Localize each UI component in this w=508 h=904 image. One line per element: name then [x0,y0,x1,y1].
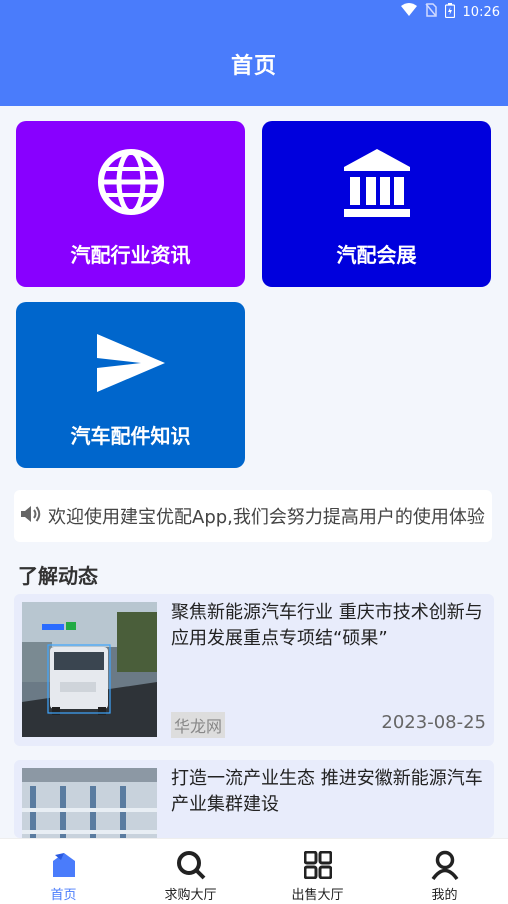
tab-label: 我的 [431,888,458,903]
news-item[interactable]: 聚焦新能源汽车行业 重庆市技术创新与应用发展重点专项结“硕果” 华龙网 2023… [14,594,494,746]
notice-text: 欢迎使用建宝优配App,我们会努力提高用户的使用体验 [48,507,485,528]
news-thumbnail [22,602,157,737]
news-source: 华龙网 [171,712,226,738]
tab-home[interactable]: 首页 [0,839,127,904]
tab-purchase-hall[interactable]: 求购大厅 [127,839,254,904]
tab-label: 首页 [50,888,77,903]
wifi-icon [400,3,417,21]
send-icon [16,328,245,398]
tab-mine[interactable]: 我的 [381,839,508,904]
news-title: 聚焦新能源汽车行业 重庆市技术创新与应用发展重点专项结“硕果” [171,602,483,649]
tile-parts-knowledge[interactable]: 汽车配件知识 [16,302,245,468]
news-item[interactable]: 打造一流产业生态 推进安徽新能源汽车产业集群建设 [14,760,494,838]
page-title: 首页 [230,54,277,79]
tab-sales-hall[interactable]: 出售大厅 [254,839,381,904]
tile-label: 汽车配件知识 [70,424,191,448]
tile-industry-news[interactable]: 汽配行业资讯 [16,121,245,287]
tile-label: 汽配会展 [336,243,417,267]
globe-icon [16,147,245,217]
home-icon [48,849,80,881]
status-bar: 10:26 [400,2,500,22]
grid-icon [302,849,334,881]
tile-exhibition[interactable]: 汽配会展 [262,121,491,287]
user-icon [429,849,461,881]
tab-label: 求购大厅 [164,888,217,903]
news-date: 2023-08-25 [381,712,486,733]
status-time: 10:26 [462,4,500,20]
news-title: 打造一流产业生态 推进安徽新能源汽车产业集群建设 [171,768,483,815]
bank-icon [262,147,491,217]
no-sim-icon [424,3,437,21]
battery-icon [444,2,455,22]
news-thumbnail [22,768,157,838]
tab-label: 出售大厅 [291,888,344,903]
app-header: 10:26 首页 [0,0,508,106]
speaker-icon [20,504,42,528]
search-icon [175,849,207,881]
notice-bar[interactable]: 欢迎使用建宝优配App,我们会努力提高用户的使用体验 [14,490,492,542]
bottom-tab-bar: 首页 求购大厅 出售大厅 我的 [0,838,508,904]
section-title: 了解动态 [18,564,98,588]
tile-label: 汽配行业资讯 [70,243,191,267]
